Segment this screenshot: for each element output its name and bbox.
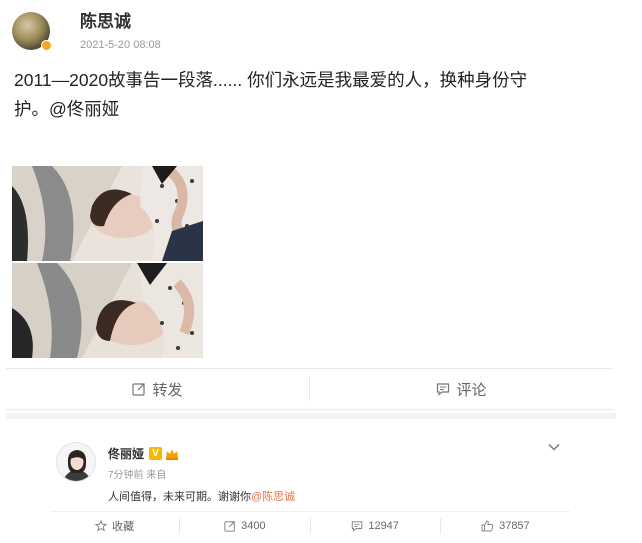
post-text-tail: 护。 [14,99,49,119]
author-avatar[interactable] [12,12,52,51]
repost-author-name[interactable]: 佟丽娅 [108,445,144,462]
repost-text-body: 人间值得，未来可期。谢谢你 [108,491,251,503]
like-button[interactable]: 37857 [441,520,570,532]
repost-button[interactable]: 转发 [6,379,309,400]
repost-author: 佟丽娅 V [108,445,179,462]
thumbs-up-icon [481,519,494,531]
repost-card: 佟丽娅 V 7分钟前 来自 人间值得，未来可期。谢谢你@陈思诚 收藏 3400 [50,430,570,540]
repost-count: 3400 [241,519,266,532]
post-text: 2011—2020故事告一段落...... 你们永远是我最爱的人，换种身份守 护… [14,66,614,124]
post-text-line-2: 护。@佟丽娅 [14,95,614,124]
favorite-button[interactable]: 收藏 [50,518,179,534]
repost-timestamp: 7分钟前 来自 [108,470,167,481]
repost-icon [224,520,235,532]
section-divider [6,413,616,419]
crown-icon [166,448,179,460]
favorite-label: 收藏 [112,520,135,533]
post-mention-link[interactable]: @佟丽娅 [49,99,119,119]
star-icon [95,519,108,532]
verified-badge-icon [41,40,52,51]
like-count: 37857 [499,519,530,532]
post-header: 陈思诚 2021-5-20 08:08 [12,10,161,54]
comment-button[interactable]: 评论 [310,379,613,400]
repost-action-bar: 收藏 3400 12947 37857 [50,511,570,539]
post-action-bar: 转发 评论 [6,368,613,410]
post-text-line-1: 2011—2020故事告一段落...... 你们永远是我最爱的人，换种身份守 [14,70,528,90]
post-meta: 陈思诚 2021-5-20 08:08 [80,10,161,51]
comment-label: 评论 [456,381,487,399]
post-timestamp[interactable]: 2021-5-20 08:08 [80,39,161,51]
post-author-name[interactable]: 陈思诚 [80,11,161,33]
post-photo-1[interactable] [12,166,203,261]
repost-mention-link[interactable]: @陈思诚 [251,491,295,503]
repost-avatar-image [57,443,95,481]
repost-icon [132,383,146,396]
post-photo-2[interactable] [12,263,203,358]
repost-count-button[interactable]: 3400 [180,520,309,532]
chevron-down-icon[interactable] [546,439,562,455]
repost-author-avatar[interactable] [56,442,96,482]
photo-2-image [12,263,203,358]
comment-count-button[interactable]: 12947 [311,520,440,532]
verified-v-icon: V [149,447,163,460]
comment-count: 12947 [368,519,399,532]
repost-label: 转发 [152,381,183,399]
comment-icon [352,520,363,532]
comment-icon [437,383,450,396]
photo-1-image [12,166,203,261]
repost-text: 人间值得，未来可期。谢谢你@陈思诚 [108,488,295,504]
